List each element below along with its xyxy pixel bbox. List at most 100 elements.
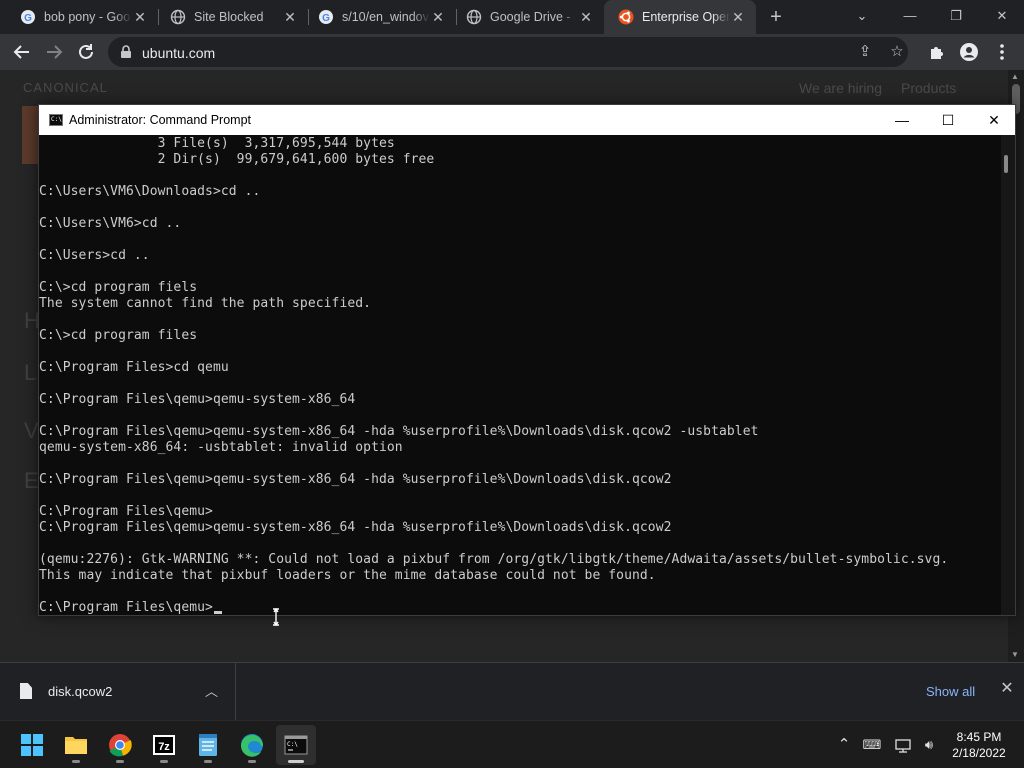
bookmark-star-icon[interactable]: ☆	[888, 43, 906, 61]
nav-products[interactable]: Products	[901, 80, 956, 96]
running-indicator	[248, 760, 256, 763]
cmd-title-bar[interactable]: C:\ Administrator: Command Prompt — ☐ ✕	[39, 105, 1015, 135]
tab-bob-pony[interactable]: G bob pony - Goo ✕	[0, 0, 158, 34]
scroll-up-icon[interactable]: ▲	[1011, 72, 1019, 81]
console-line: C:\Program Files\qemu>	[39, 504, 213, 519]
reload-button[interactable]	[74, 40, 98, 64]
reload-icon	[79, 44, 93, 59]
tab-search-chevron-icon[interactable]: ⌄	[852, 4, 872, 28]
cmd-maximize-icon[interactable]: ☐	[925, 105, 971, 135]
cmd-scroll-thumb[interactable]	[1004, 155, 1008, 173]
tab-close-icon[interactable]: ✕	[282, 9, 298, 25]
taskbar-clock[interactable]: 8:45 PM 2/18/2022	[944, 729, 1014, 761]
console-line: qemu-system-x86_64: -usbtablet: invalid …	[39, 440, 403, 455]
tab-en-windows[interactable]: G s/10/en_windov ✕	[298, 0, 456, 34]
command-prompt-window[interactable]: C:\ Administrator: Command Prompt — ☐ ✕ …	[38, 104, 1016, 627]
download-shelf: disk.qcow2 ︿ Show all ✕	[0, 662, 1024, 721]
tab-site-blocked[interactable]: Site Blocked ✕	[150, 0, 308, 34]
keyboard-icon[interactable]: ⌨	[860, 721, 884, 768]
console-line: C:\Program Files>cd qemu	[39, 360, 229, 375]
menu-button[interactable]	[990, 40, 1014, 64]
console-line: C:\Users\VM6\Downloads>cd ..	[39, 184, 261, 199]
7zip-icon: 7z	[153, 735, 175, 755]
kebab-menu-icon	[1000, 44, 1004, 60]
forward-arrow-icon	[47, 45, 63, 59]
tab-close-icon[interactable]: ✕	[578, 9, 594, 25]
show-all-button[interactable]: Show all	[926, 684, 975, 699]
console-line: C:\>cd program files	[39, 328, 198, 343]
svg-text:G: G	[322, 13, 330, 24]
forward-button[interactable]	[42, 40, 66, 64]
extensions-button[interactable]	[925, 40, 949, 64]
clock-date: 2/18/2022	[952, 746, 1006, 760]
taskbar-command-prompt[interactable]: C:\	[276, 725, 316, 765]
desktop: G bob pony - Goo ✕ Site Blocked ✕ G s/10…	[0, 0, 1024, 768]
cmd-scrollbar[interactable]	[1001, 135, 1015, 615]
back-button[interactable]	[10, 40, 34, 64]
close-shelf-icon[interactable]: ✕	[998, 680, 1016, 698]
taskbar-notepad[interactable]	[188, 725, 228, 765]
address-bar[interactable]: ubuntu.com ⇪ ☆	[108, 37, 908, 67]
running-indicator	[72, 760, 80, 763]
tab-enterprise-open-source[interactable]: Enterprise Oper ✕	[604, 0, 756, 34]
download-item[interactable]: disk.qcow2 ︿	[0, 663, 236, 721]
back-arrow-icon	[13, 45, 29, 59]
svg-text:7z: 7z	[158, 741, 170, 753]
cmd-close-icon[interactable]: ✕	[971, 105, 1017, 135]
new-tab-button[interactable]: +	[766, 7, 786, 27]
taskbar-edge[interactable]	[232, 725, 272, 765]
file-explorer-icon	[65, 737, 87, 754]
tab-close-icon[interactable]: ✕	[730, 9, 746, 25]
tab-label: bob pony - Goo	[44, 10, 131, 24]
svg-text:G: G	[24, 13, 32, 24]
console-line: This may indicate that pixbuf loaders or…	[39, 568, 656, 583]
hero-text-fragment: L	[24, 360, 37, 385]
profile-icon	[960, 43, 978, 61]
tab-label: Google Drive -	[490, 10, 571, 24]
download-file-name: disk.qcow2	[48, 684, 113, 699]
console-line: 2 Dir(s) 99,679,641,600 bytes free	[39, 152, 435, 167]
console-line: C:\>cd program fiels	[39, 280, 198, 295]
text-cursor-icon	[273, 607, 279, 627]
taskbar-chrome[interactable]	[100, 725, 140, 765]
console-icon: C:\	[49, 114, 63, 126]
nav-we-are-hiring[interactable]: We are hiring	[799, 80, 882, 96]
share-icon[interactable]: ⇪	[856, 43, 874, 61]
console-output[interactable]: 3 File(s) 3,317,695,544 bytes 2 Dir(s) 9…	[39, 135, 1001, 615]
cmd-minimize-icon[interactable]: —	[879, 105, 925, 135]
restore-icon[interactable]: ❐	[946, 4, 966, 28]
canonical-logo: CANONICAL	[23, 80, 108, 95]
console-line: 3 File(s) 3,317,695,544 bytes	[39, 136, 395, 151]
tab-google-drive[interactable]: Google Drive - ✕	[446, 0, 604, 34]
tab-close-icon[interactable]: ✕	[132, 9, 148, 25]
network-icon[interactable]	[892, 721, 916, 768]
chevron-up-icon[interactable]: ︿	[205, 681, 218, 700]
running-indicator	[160, 760, 168, 763]
taskbar-7zip[interactable]: 7z	[144, 725, 184, 765]
globe-icon	[170, 9, 186, 25]
lock-icon	[121, 45, 131, 58]
cmd-window-title: Administrator: Command Prompt	[69, 113, 252, 127]
profile-button[interactable]	[957, 40, 981, 64]
scroll-down-icon[interactable]: ▼	[1011, 650, 1019, 659]
show-hidden-icons-chevron-icon[interactable]: ⌃	[834, 721, 854, 768]
chrome-tab-strip: G bob pony - Goo ✕ Site Blocked ✕ G s/10…	[0, 0, 1024, 34]
tab-close-icon[interactable]: ✕	[430, 9, 446, 25]
console-line: The system cannot find the path specifie…	[39, 296, 372, 311]
close-window-icon[interactable]: ✕	[992, 4, 1012, 28]
taskbar-file-explorer[interactable]	[56, 725, 96, 765]
tab-label: Enterprise Oper	[642, 10, 730, 24]
start-button[interactable]	[12, 725, 52, 765]
console-prompt-line[interactable]: C:\Program Files\qemu>	[39, 600, 1001, 615]
volume-icon[interactable]: 🔊︎	[918, 721, 940, 768]
hero-text-fragment: E	[24, 468, 39, 493]
console-line: C:\Program Files\qemu>qemu-system-x86_64…	[39, 472, 672, 487]
minimize-icon[interactable]: —	[900, 4, 920, 28]
